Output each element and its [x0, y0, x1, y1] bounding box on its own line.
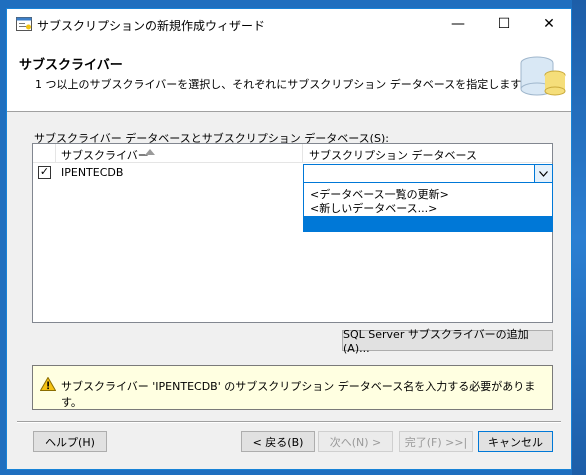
- next-label: 次へ(N) >: [329, 435, 382, 449]
- help-button[interactable]: ヘルプ(H): [33, 431, 107, 452]
- maximize-icon: ☐: [497, 16, 511, 32]
- desktop-background: [572, 0, 586, 475]
- subscriber-grid[interactable]: サブスクライバー サブスクリプション データベース ✓ IPENTECDB <デ…: [32, 143, 553, 323]
- column-header-subscriber[interactable]: サブスクライバー: [61, 147, 149, 163]
- page-description: 1 つ以上のサブスクライバーを選択し、それぞれにサブスクリプション データベース…: [35, 78, 532, 91]
- minimize-icon: —: [451, 16, 465, 32]
- back-label: < 戻る(B): [252, 435, 304, 449]
- dropdown-option-new-database[interactable]: <新しいデータベース...>: [310, 200, 437, 216]
- close-icon: ✕: [543, 16, 555, 32]
- chevron-down-icon: [539, 170, 548, 177]
- footer-separator: [17, 421, 561, 423]
- minimize-button[interactable]: —: [435, 9, 481, 39]
- close-button[interactable]: ✕: [526, 9, 572, 39]
- column-divider: [55, 144, 56, 162]
- cancel-button[interactable]: キャンセル: [478, 431, 553, 452]
- column-divider: [302, 144, 303, 162]
- check-icon: ✓: [39, 165, 50, 178]
- subscriber-name: IPENTECDB: [61, 166, 124, 179]
- cancel-label: キャンセル: [488, 435, 543, 449]
- finish-button[interactable]: 完了(F) >>|: [399, 431, 473, 452]
- subscription-database-combo[interactable]: [303, 164, 553, 183]
- column-header-database[interactable]: サブスクリプション データベース: [309, 147, 477, 163]
- table-row[interactable]: ✓ IPENTECDB: [33, 163, 553, 183]
- dropdown-option-selected[interactable]: [304, 216, 552, 231]
- status-message-box: サブスクライバー 'IPENTECDB' のサブスクリプション データベース名を…: [32, 365, 553, 410]
- database-dropdown-list[interactable]: <データベース一覧の更新> <新しいデータベース...>: [303, 182, 553, 232]
- maximize-button[interactable]: ☐: [481, 9, 527, 39]
- wizard-header: サブスクライバー 1 つ以上のサブスクライバーを選択し、それぞれにサブスクリプシ…: [7, 39, 571, 112]
- combo-dropdown-button[interactable]: [534, 165, 552, 182]
- subscriber-checkbox[interactable]: ✓: [38, 166, 51, 179]
- back-button[interactable]: < 戻る(B): [241, 431, 315, 452]
- finish-label: 完了(F) >>|: [404, 435, 468, 449]
- wizard-app-icon: [16, 17, 32, 31]
- database-graphic-icon: [520, 56, 566, 96]
- title-bar[interactable]: サブスクリプションの新規作成ウィザード — ☐ ✕: [7, 9, 571, 39]
- add-sql-server-subscriber-button[interactable]: SQL Server サブスクライバーの追加(A)...: [342, 328, 553, 355]
- wizard-window: サブスクリプションの新規作成ウィザード — ☐ ✕ サブスクライバー 1 つ以上…: [6, 8, 572, 470]
- grid-header: サブスクライバー サブスクリプション データベース: [33, 144, 552, 163]
- help-label: ヘルプ(H): [45, 435, 95, 449]
- sort-ascending-icon: [145, 149, 155, 155]
- window-title: サブスクリプションの新規作成ウィザード: [37, 19, 266, 33]
- add-subscriber-label: SQL Server サブスクライバーの追加(A)...: [343, 328, 529, 355]
- page-title: サブスクライバー: [19, 58, 123, 73]
- status-message: サブスクライバー 'IPENTECDB' のサブスクリプション データベース名を…: [61, 380, 536, 409]
- warning-icon: [40, 377, 56, 391]
- next-button[interactable]: 次へ(N) >: [318, 431, 393, 452]
